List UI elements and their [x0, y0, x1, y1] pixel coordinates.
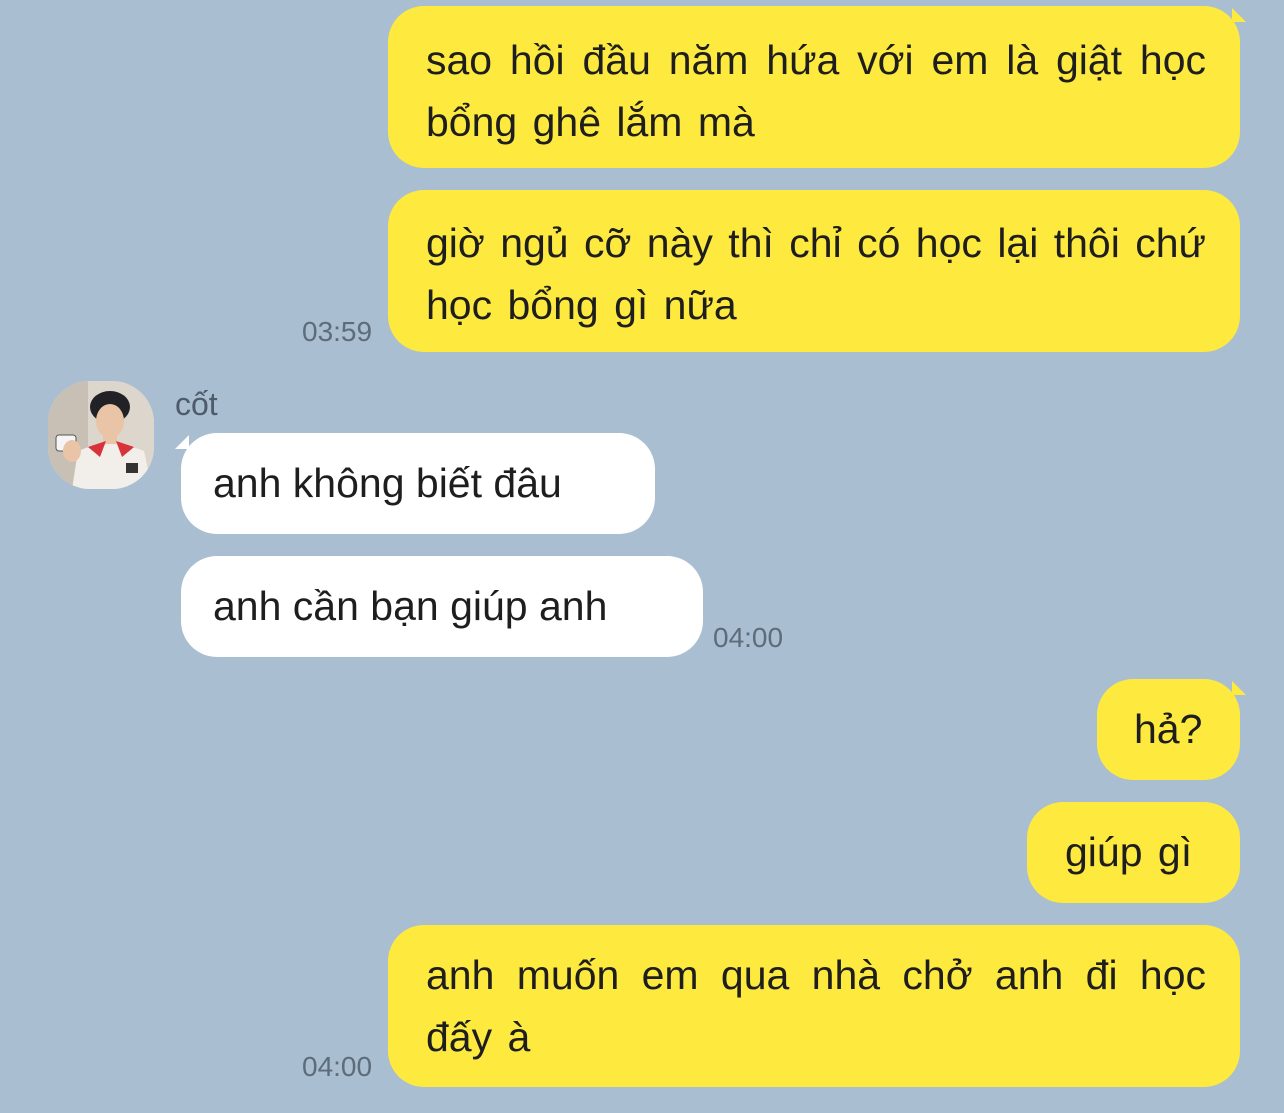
contact-name: cốt — [175, 386, 218, 422]
message-bubble-incoming[interactable]: anh không biết đâu — [181, 433, 655, 534]
message-timestamp: 04:00 — [713, 622, 784, 653]
message-text: giờ ngủ cỡ này thì chỉ có học lại thôi c… — [426, 220, 1206, 328]
bubble-tail — [1232, 8, 1246, 22]
message-timestamp: 04:00 — [302, 1051, 373, 1082]
message-text: giúp gì — [1065, 829, 1193, 875]
bubble-tail — [1232, 681, 1246, 695]
message-text: anh không biết đâu — [213, 460, 562, 506]
message-bubble-outgoing[interactable]: hả? — [1097, 679, 1240, 780]
message-bubble-incoming[interactable]: anh cần bạn giúp anh — [181, 556, 703, 657]
message-bubble-outgoing[interactable]: giúp gì — [1027, 802, 1240, 903]
message-timestamp: 03:59 — [302, 316, 373, 347]
message-text: anh muốn em qua nhà chở anh đi học đấy à — [426, 952, 1206, 1060]
message-text: hả? — [1134, 706, 1203, 752]
message-bubble-outgoing[interactable]: anh muốn em qua nhà chở anh đi học đấy à — [388, 925, 1240, 1087]
contact-avatar[interactable] — [48, 381, 154, 489]
message-bubble-outgoing[interactable]: giờ ngủ cỡ này thì chỉ có học lại thôi c… — [388, 190, 1240, 352]
message-bubble-outgoing[interactable]: sao hồi đầu năm hứa với em là giật học b… — [388, 6, 1240, 168]
profile-photo-icon — [48, 381, 154, 489]
message-text: sao hồi đầu năm hứa với em là giật học b… — [426, 37, 1206, 145]
bubble-tail — [175, 435, 189, 449]
message-text: anh cần bạn giúp anh — [213, 583, 608, 629]
